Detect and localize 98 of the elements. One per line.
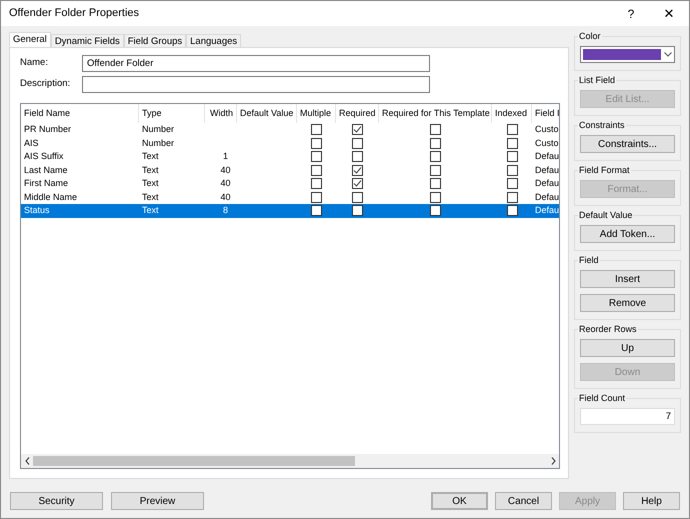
checkbox[interactable] (352, 178, 363, 190)
checkbox[interactable] (311, 192, 322, 203)
color-dropdown[interactable] (580, 46, 675, 63)
checkbox[interactable] (506, 192, 518, 203)
table-row[interactable]: AIS Number Custo (21, 136, 559, 150)
field-label: Name: (20, 56, 49, 70)
button[interactable]: Remove (580, 294, 675, 312)
scrollbar-thumb[interactable] (33, 456, 355, 466)
table-cell-text: Text (141, 204, 160, 217)
column-header[interactable]: Width (205, 104, 237, 123)
checkbox[interactable] (506, 138, 518, 149)
button[interactable]: OK (431, 492, 488, 510)
table-cell-text: First Name (23, 177, 70, 190)
table-cell-text: Text (141, 150, 160, 163)
chevron-down-icon (664, 52, 672, 57)
checkbox[interactable] (430, 178, 441, 190)
table-row[interactable]: AIS Suffix Text 1 Defau (21, 150, 559, 164)
checkbox[interactable] (430, 124, 441, 136)
table-cell-text: AIS (23, 136, 40, 150)
table-cell-text: AIS Suffix (23, 150, 64, 163)
table-cell-text: Last Name (23, 164, 69, 176)
checkbox[interactable] (506, 178, 518, 190)
checkbox[interactable] (506, 205, 518, 216)
table-row[interactable]: First Name Text 40 Defau (21, 177, 559, 190)
checkbox[interactable] (311, 205, 322, 216)
checkbox[interactable] (352, 151, 363, 162)
checkbox[interactable] (506, 164, 518, 176)
column-header[interactable]: Indexed (492, 104, 532, 123)
horizontal-scrollbar[interactable] (21, 454, 559, 468)
table-cell-text: 8 (222, 204, 229, 217)
column-header[interactable]: Required for This Template (379, 104, 492, 123)
checkbox[interactable] (430, 151, 441, 162)
tab[interactable]: Languages (186, 34, 242, 47)
scroll-left-icon[interactable] (24, 457, 30, 465)
checkbox[interactable] (352, 192, 363, 203)
table-cell-text: Text (141, 190, 160, 204)
scroll-right-icon[interactable] (550, 457, 556, 465)
column-header[interactable]: Default Value (237, 104, 297, 123)
field-count-value: 7 (580, 408, 675, 425)
tab[interactable]: Dynamic Fields (50, 34, 124, 47)
button[interactable]: Add Token... (580, 225, 675, 243)
table-cell-text: Text (141, 177, 160, 190)
table-row[interactable]: PR Number Number Custo (21, 123, 559, 136)
table-cell-text: Custo (534, 123, 559, 136)
button[interactable]: Cancel (495, 492, 552, 510)
button[interactable]: Help (623, 492, 680, 510)
table-row[interactable]: Last Name Text 40 Defau (21, 164, 559, 177)
checkbox[interactable] (311, 124, 322, 136)
column-header[interactable]: Field I (532, 104, 559, 123)
table-cell-text: PR Number (23, 123, 72, 136)
checkbox[interactable] (506, 124, 518, 136)
column-header[interactable]: Type (139, 104, 205, 123)
button[interactable]: Constraints... (580, 135, 675, 153)
tab[interactable]: Field Groups (124, 34, 186, 47)
table-cell-text: Defau (534, 150, 559, 163)
description-field[interactable] (82, 76, 430, 93)
checkbox[interactable] (352, 138, 363, 149)
table-row[interactable]: Middle Name Text 40 Defau (21, 190, 559, 204)
table-cell-text: Status (23, 204, 51, 217)
table-cell-text: 40 (219, 190, 232, 204)
table-cell-text: Number (141, 136, 176, 150)
table-cell-text: Defau (534, 177, 559, 190)
checkbox[interactable] (352, 164, 363, 176)
checkbox[interactable] (311, 178, 322, 190)
close-button[interactable]: ✕ (649, 1, 689, 26)
table-cell-text: 40 (219, 164, 232, 176)
table-cell-text: Middle Name (23, 190, 78, 204)
table-cell-text: Text (141, 164, 160, 176)
table-cell-text: Defau (534, 190, 559, 204)
name-field[interactable]: Offender Folder (82, 55, 430, 72)
checkbox[interactable] (430, 192, 441, 203)
table-cell-text: Number (141, 123, 176, 136)
table-cell-text: Defau (534, 164, 559, 176)
window-title: Offender Folder Properties (9, 6, 140, 22)
tab[interactable]: General (9, 32, 51, 47)
button[interactable]: Up (580, 339, 675, 357)
table-row[interactable]: Status Text 8 Defau (21, 204, 559, 218)
checkbox[interactable] (506, 151, 518, 162)
table-cell-text: Custo (534, 136, 559, 150)
column-header[interactable]: Multiple (297, 104, 336, 123)
checkbox[interactable] (352, 205, 363, 216)
button[interactable]: Security (10, 492, 103, 510)
column-header[interactable]: Required (336, 104, 379, 123)
table-cell-text: Defau (534, 204, 559, 217)
help-button[interactable]: ? (613, 1, 649, 26)
table-cell-text: 40 (219, 177, 232, 190)
checkbox[interactable] (311, 138, 322, 149)
checkbox[interactable] (352, 124, 363, 136)
checkbox[interactable] (311, 164, 322, 176)
checkbox[interactable] (430, 138, 441, 149)
checkbox[interactable] (311, 151, 322, 162)
checkbox[interactable] (430, 164, 441, 176)
field-label: Description: (20, 77, 72, 92)
button[interactable]: Preview (111, 492, 204, 510)
table-cell-text: 1 (222, 150, 229, 163)
column-header[interactable]: Field Name (21, 104, 139, 123)
button[interactable]: Insert (580, 270, 675, 288)
checkbox[interactable] (430, 205, 441, 216)
